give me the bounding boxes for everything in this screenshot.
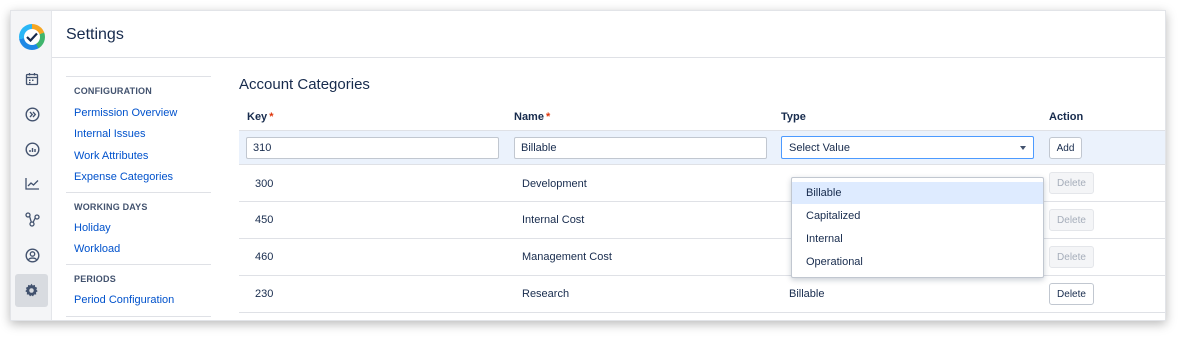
nav-divider [66, 192, 211, 193]
dropdown-option-capitalized[interactable]: Capitalized [792, 205, 1043, 227]
forward-circle-icon[interactable] [22, 104, 42, 124]
row-name: Research [522, 288, 570, 300]
dropdown-option-billable[interactable]: Billable [792, 182, 1043, 204]
page-header-title: Settings [66, 26, 124, 43]
table-row [239, 312, 1165, 320]
row-key: 300 [255, 178, 274, 190]
delete-button[interactable]: Delete [1049, 283, 1094, 305]
nav-link-workload[interactable]: Workload [66, 243, 120, 255]
column-header-type: Type [781, 111, 806, 123]
nav-link-expense-categories[interactable]: Expense Categories [66, 171, 173, 183]
nav-link-permission-overview[interactable]: Permission Overview [66, 107, 177, 119]
new-category-row: Select Value Add [239, 130, 1165, 164]
row-key: 460 [255, 251, 274, 263]
user-circle-icon[interactable] [22, 245, 42, 265]
app-window: Settings CONFIGURATION Permission Overvi… [10, 10, 1166, 321]
app-logo[interactable] [19, 24, 45, 50]
column-header-name: Name * [514, 111, 551, 123]
required-marker: * [269, 111, 274, 123]
branch-icon[interactable] [22, 209, 42, 229]
row-name: Development [522, 178, 587, 190]
row-key: 230 [255, 288, 274, 300]
required-marker: * [545, 111, 551, 123]
section-title: Account Categories [239, 76, 370, 93]
gear-icon[interactable] [15, 274, 48, 307]
column-header-key: Key * [247, 111, 274, 123]
calendar-icon[interactable] [22, 69, 42, 89]
top-header: Settings [52, 11, 1165, 58]
key-input[interactable] [246, 137, 499, 159]
nav-link-work-attributes[interactable]: Work Attributes [66, 150, 148, 162]
nav-link-holiday[interactable]: Holiday [66, 222, 111, 234]
row-type: Billable [789, 288, 825, 300]
row-name: Management Cost [522, 251, 612, 263]
delete-button[interactable]: Delete [1049, 172, 1094, 194]
nav-divider [66, 316, 211, 317]
name-input[interactable] [514, 137, 767, 159]
dropdown-option-internal[interactable]: Internal [792, 228, 1043, 250]
nav-link-period-configuration[interactable]: Period Configuration [66, 294, 174, 306]
nav-section-configuration: CONFIGURATION [74, 86, 152, 96]
chevron-down-icon [1020, 146, 1026, 150]
dashboard-icon[interactable] [22, 139, 42, 159]
type-dropdown-menu: Billable Capitalized Internal Operationa… [791, 177, 1044, 278]
column-header-action: Action [1049, 111, 1084, 123]
add-button[interactable]: Add [1049, 137, 1082, 159]
nav-divider [66, 76, 211, 77]
nav-link-internal-issues[interactable]: Internal Issues [66, 128, 146, 140]
row-key: 450 [255, 214, 274, 226]
delete-button[interactable]: Delete [1049, 246, 1094, 268]
type-select-value: Select Value [789, 142, 850, 154]
delete-button[interactable]: Delete [1049, 209, 1094, 231]
trend-chart-icon[interactable] [22, 173, 42, 193]
dropdown-option-operational[interactable]: Operational [792, 251, 1043, 273]
global-sidebar [11, 11, 52, 320]
nav-section-working-days: WORKING DAYS [74, 202, 148, 212]
nav-section-periods: PERIODS [74, 274, 116, 284]
nav-divider [66, 264, 211, 265]
row-name: Internal Cost [522, 214, 585, 226]
table-row: 230 Research Billable Delete [239, 275, 1165, 312]
type-select[interactable]: Select Value [781, 136, 1034, 159]
